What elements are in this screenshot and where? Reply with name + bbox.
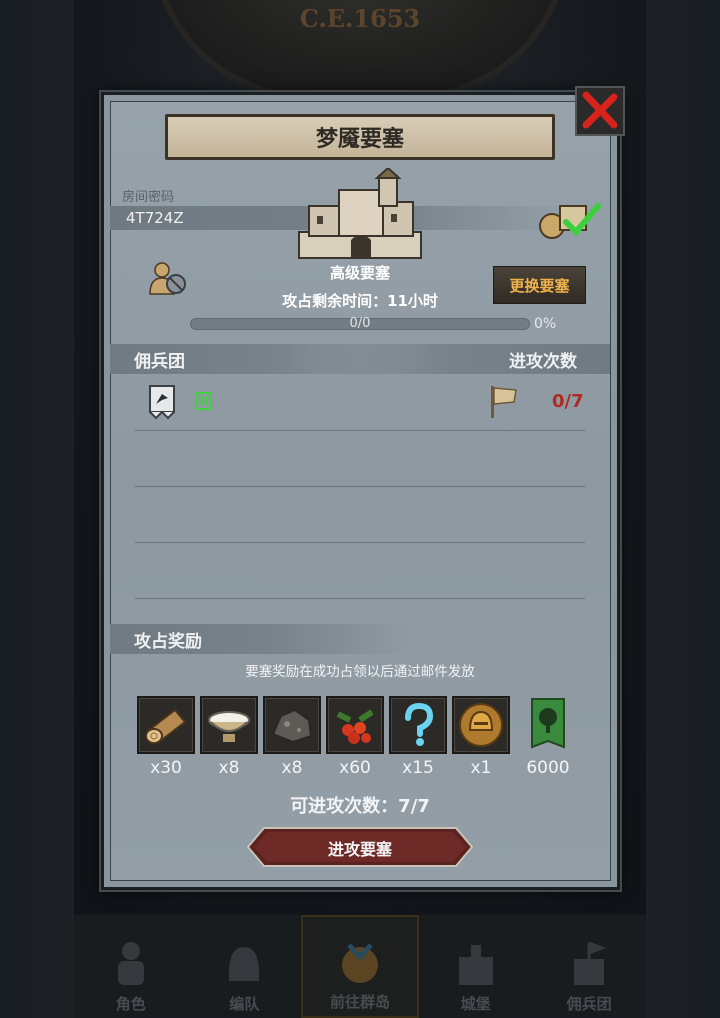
attack-available: 可进攻次数：7/7	[290, 796, 430, 817]
reward-qty: x1	[470, 758, 492, 778]
capture-progress-percent: 0%	[534, 316, 557, 332]
reward-item[interactable]: x1	[452, 696, 510, 778]
mercenary-title: 佣兵团	[134, 352, 185, 372]
salt-bowl-icon	[208, 711, 250, 742]
reward-slot	[452, 696, 510, 754]
reward-slot	[389, 696, 447, 754]
mercenary-count: 0	[196, 392, 212, 410]
wood-log-icon	[145, 708, 187, 744]
reward-qty: x8	[281, 758, 303, 778]
reward-item[interactable]: x30	[137, 696, 195, 778]
reward-slot	[137, 696, 195, 754]
attacks-title: 进攻次数	[509, 352, 577, 372]
rewards-title: 攻占奖励	[134, 632, 202, 652]
mercenary-banner-icon	[149, 385, 175, 420]
tree-banner-icon	[531, 698, 565, 749]
reward-qty: x60	[339, 758, 371, 778]
slot-divider	[135, 542, 585, 543]
title-plate: 梦魇要塞	[165, 114, 555, 160]
reward-item[interactable]: x8	[263, 696, 321, 778]
supply-bag-check-icon[interactable]	[536, 200, 602, 240]
slot-divider	[135, 598, 585, 599]
reward-slot	[519, 696, 577, 754]
user-blocked-icon[interactable]	[148, 260, 190, 296]
fortress-castle-icon	[298, 168, 422, 259]
berries-icon	[336, 709, 374, 744]
reward-qty: x8	[218, 758, 240, 778]
ore-rock-icon	[271, 708, 313, 744]
reward-qty: 6000	[526, 758, 570, 778]
reward-qty: x30	[150, 758, 182, 778]
attack-fortress-label: 进攻要塞	[327, 840, 392, 859]
capture-progress-text: 0/0	[349, 316, 371, 331]
slot-divider	[135, 430, 585, 431]
rewards-row: x30 x8 x8 x60 x15 x1 6000	[135, 696, 585, 778]
rewards-note: 要塞奖励在成功占领以后通过邮件发放	[245, 664, 475, 680]
reward-qty: x15	[402, 758, 434, 778]
room-code: 4T724Z	[126, 209, 184, 227]
mystery-question-icon	[405, 702, 434, 746]
reward-slot	[326, 696, 384, 754]
reward-item[interactable]: x15	[389, 696, 447, 778]
room-code-label: 房间密码	[122, 190, 175, 205]
close-button[interactable]	[575, 86, 625, 136]
reward-item[interactable]: x8	[200, 696, 258, 778]
dialog-title: 梦魇要塞	[315, 127, 404, 152]
time-left: 攻占剩余时间：11小时	[282, 292, 438, 310]
slot-divider	[135, 486, 585, 487]
flag-icon	[491, 386, 517, 418]
reward-item[interactable]: x60	[326, 696, 384, 778]
reward-item[interactable]: 6000	[519, 696, 577, 778]
fortress-name: 高级要塞	[329, 264, 390, 282]
reward-slot	[200, 696, 258, 754]
close-icon	[582, 91, 618, 129]
golden-helmet-medal-icon	[459, 703, 503, 747]
attacks-count: 0/7	[552, 391, 584, 412]
change-fortress-label: 更换要塞	[509, 276, 570, 295]
reward-slot	[263, 696, 321, 754]
change-fortress-button[interactable]: 更换要塞	[493, 266, 586, 304]
